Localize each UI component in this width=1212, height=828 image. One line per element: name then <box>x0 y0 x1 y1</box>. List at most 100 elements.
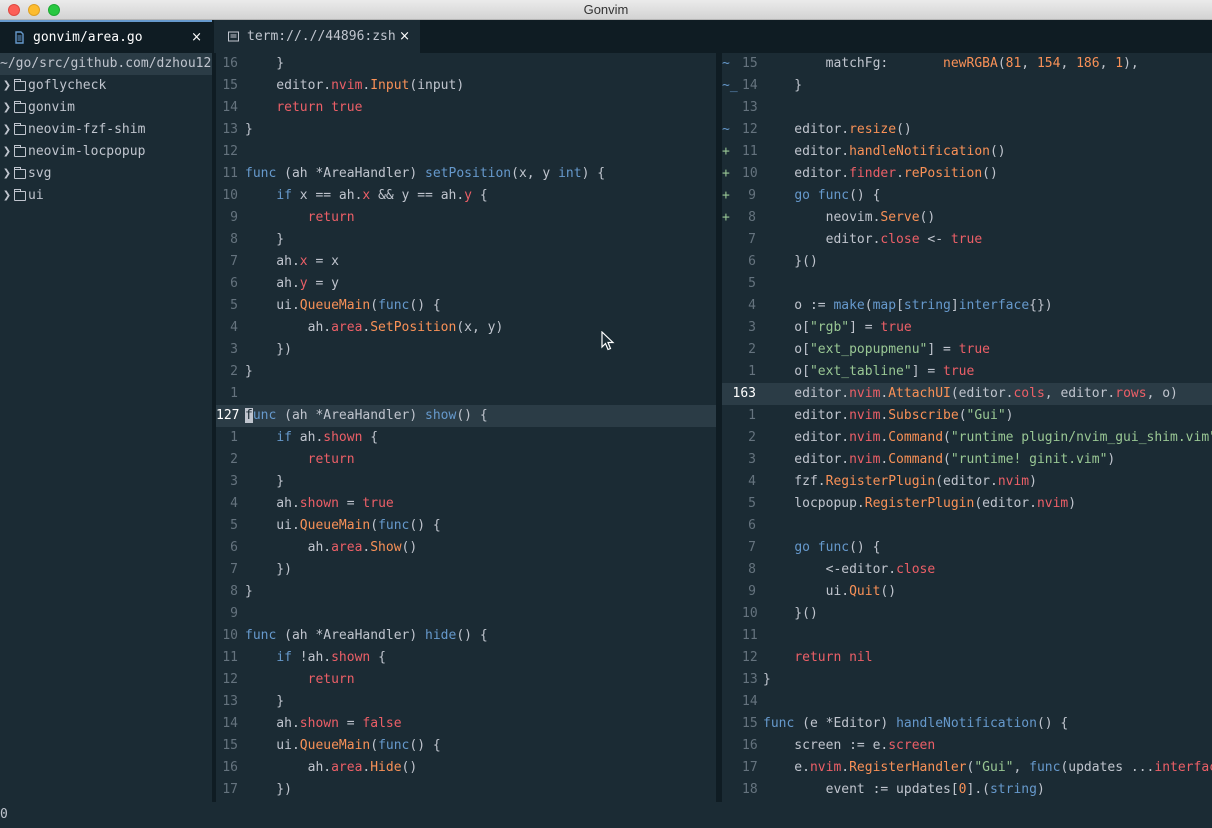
code-line[interactable]: 16 screen := e.screen <box>722 735 1212 757</box>
explorer-item-goflycheck[interactable]: ❯ goflycheck <box>0 75 214 97</box>
git-sign <box>722 317 742 339</box>
code-line[interactable]: 1 editor.nvim.Subscribe("Gui") <box>722 405 1212 427</box>
code-line[interactable]: 16 } <box>216 53 716 75</box>
close-window-button[interactable] <box>8 4 20 16</box>
command-line[interactable]: 0 <box>0 802 1212 828</box>
code-line[interactable]: 2} <box>216 361 716 383</box>
code-line[interactable]: 3 } <box>216 471 716 493</box>
code-line[interactable]: 11 <box>722 625 1212 647</box>
code-line[interactable]: +9 go func() { <box>722 185 1212 207</box>
editor-pane-left[interactable]: 16 } 15 editor.nvim.Input(input) 14 return… <box>216 53 716 802</box>
code-line[interactable]: 10 func (ah *AreaHandler) hide() { <box>216 625 716 647</box>
code-line[interactable]: ~12 editor.resize() <box>722 119 1212 141</box>
code-line[interactable]: 2 editor.nvim.Command("runtime plugin/nv… <box>722 427 1212 449</box>
code-line[interactable]: 1 o["ext_tabline"] = true <box>722 361 1212 383</box>
code-line[interactable]: 5 ui.QueueMain(func() { <box>216 295 716 317</box>
code-text: ah.area.Show() <box>245 540 418 555</box>
code-line[interactable]: 6 }() <box>722 251 1212 273</box>
line-number: 4 <box>230 320 238 335</box>
code-line[interactable]: ~15 matchFg: newRGBA(81, 154, 186, 1), <box>722 53 1212 75</box>
code-line[interactable]: 3 editor.nvim.Command("runtime! ginit.vi… <box>722 449 1212 471</box>
code-line[interactable]: 7 ah.x = x <box>216 251 716 273</box>
code-line[interactable]: 1 <box>216 383 716 405</box>
code-line[interactable]: 9 return <box>216 207 716 229</box>
code-line[interactable]: 127 func (ah *AreaHandler) show() { <box>216 405 716 427</box>
code-line[interactable]: 16 ah.area.Hide() <box>216 757 716 779</box>
code-line[interactable]: 17 e.nvim.RegisterHandler("Gui", func(up… <box>722 757 1212 779</box>
code-line[interactable]: 6 ah.area.Show() <box>216 537 716 559</box>
explorer-item-svg[interactable]: ❯ svg <box>0 163 214 185</box>
line-number: 7 <box>230 254 238 269</box>
code-line[interactable]: 5 ui.QueueMain(func() { <box>216 515 716 537</box>
explorer-item-neovim-fzf-shim[interactable]: ❯ neovim-fzf-shim <box>0 119 214 141</box>
git-sign: + <box>722 188 730 203</box>
line-number: 7 <box>748 232 756 247</box>
editor-pane-right[interactable]: ~15 matchFg: newRGBA(81, 154, 186, 1), ~_… <box>722 53 1212 802</box>
code-line[interactable]: 13 } <box>216 691 716 713</box>
code-line[interactable]: 4 ah.shown = true <box>216 493 716 515</box>
tab-terminal[interactable]: term://.//44896:zsh × <box>214 20 420 53</box>
code-line[interactable]: 14 return true <box>216 97 716 119</box>
code-line[interactable]: +11 editor.handleNotification() <box>722 141 1212 163</box>
code-line[interactable]: 11 func (ah *AreaHandler) setPosition(x, … <box>216 163 716 185</box>
close-icon[interactable]: × <box>399 29 410 44</box>
code-line[interactable]: 2 return <box>216 449 716 471</box>
code-line[interactable]: 5 locpopup.RegisterPlugin(editor.nvim) <box>722 493 1212 515</box>
explorer-item-neovim-locpopup[interactable]: ❯ neovim-locpopup <box>0 141 214 163</box>
code-line[interactable]: 6 <box>722 515 1212 537</box>
line-number: 8 <box>230 232 238 247</box>
code-line[interactable]: 12 <box>216 141 716 163</box>
code-line[interactable]: 17 }) <box>216 779 716 801</box>
code-line[interactable]: 13} <box>216 119 716 141</box>
code-line[interactable]: 12 return nil <box>722 647 1212 669</box>
code-line[interactable]: 15 editor.nvim.Input(input) <box>216 75 716 97</box>
minimize-window-button[interactable] <box>28 4 40 16</box>
code-line[interactable]: 3 }) <box>216 339 716 361</box>
code-text: } <box>245 122 253 137</box>
code-line[interactable]: +8 neovim.Serve() <box>722 207 1212 229</box>
code-line[interactable]: 9 ui.Quit() <box>722 581 1212 603</box>
code-line[interactable]: 4 ah.area.SetPosition(x, y) <box>216 317 716 339</box>
code-line[interactable]: 14 <box>722 691 1212 713</box>
code-line[interactable]: 7 editor.close <- true <box>722 229 1212 251</box>
code-line[interactable]: 8 } <box>216 229 716 251</box>
code-line[interactable]: 15 func (e *Editor) handleNotification() … <box>722 713 1212 735</box>
code-line[interactable]: 4 fzf.RegisterPlugin(editor.nvim) <box>722 471 1212 493</box>
code-line[interactable]: 11 if !ah.shown { <box>216 647 716 669</box>
line-number: 5 <box>748 496 756 511</box>
code-line[interactable]: 8 <-editor.close <box>722 559 1212 581</box>
code-line[interactable]: 5 <box>722 273 1212 295</box>
git-sign <box>722 361 742 383</box>
code-line[interactable]: 7 go func() { <box>722 537 1212 559</box>
code-line[interactable]: 6 ah.y = y <box>216 273 716 295</box>
code-line[interactable]: 18 event := updates[0].(string) <box>722 779 1212 801</box>
code-line[interactable]: 12 return <box>216 669 716 691</box>
explorer-item-ui[interactable]: ❯ ui <box>0 185 214 207</box>
chevron-right-icon: ❯ <box>2 146 12 157</box>
line-number: 12 <box>222 144 238 159</box>
line-number: 1 <box>230 430 238 445</box>
code-line[interactable]: +10 editor.finder.rePosition() <box>722 163 1212 185</box>
code-line[interactable]: 10 if x == ah.x && y == ah.y { <box>216 185 716 207</box>
code-line[interactable]: 13} <box>722 669 1212 691</box>
code-line[interactable]: 3 o["rgb"] = true <box>722 317 1212 339</box>
explorer-item-gonvim[interactable]: ❯ gonvim <box>0 97 214 119</box>
window-controls <box>8 4 60 16</box>
code-text: o["ext_tabline"] = true <box>763 364 975 379</box>
code-line[interactable]: 2 o["ext_popupmenu"] = true <box>722 339 1212 361</box>
close-icon[interactable]: × <box>191 30 202 45</box>
zoom-window-button[interactable] <box>48 4 60 16</box>
code-line[interactable]: 4 o := make(map[string]interface{}) <box>722 295 1212 317</box>
code-line[interactable]: 15 ui.QueueMain(func() { <box>216 735 716 757</box>
code-line[interactable]: 1 if ah.shown { <box>216 427 716 449</box>
code-line[interactable]: 10 }() <box>722 603 1212 625</box>
code-line[interactable]: 8} <box>216 581 716 603</box>
code-line[interactable]: ~_ 14 } <box>722 75 1212 97</box>
tab-area-go[interactable]: gonvim/area.go × <box>0 20 212 53</box>
code-line[interactable]: 13 <box>722 97 1212 119</box>
explorer-item-label: goflycheck <box>28 78 107 93</box>
code-line[interactable]: 14 ah.shown = false <box>216 713 716 735</box>
code-line[interactable]: 163 editor.nvim.AttachUI(editor.cols, ed… <box>722 383 1212 405</box>
code-line[interactable]: 7 }) <box>216 559 716 581</box>
code-line[interactable]: 9 <box>216 603 716 625</box>
